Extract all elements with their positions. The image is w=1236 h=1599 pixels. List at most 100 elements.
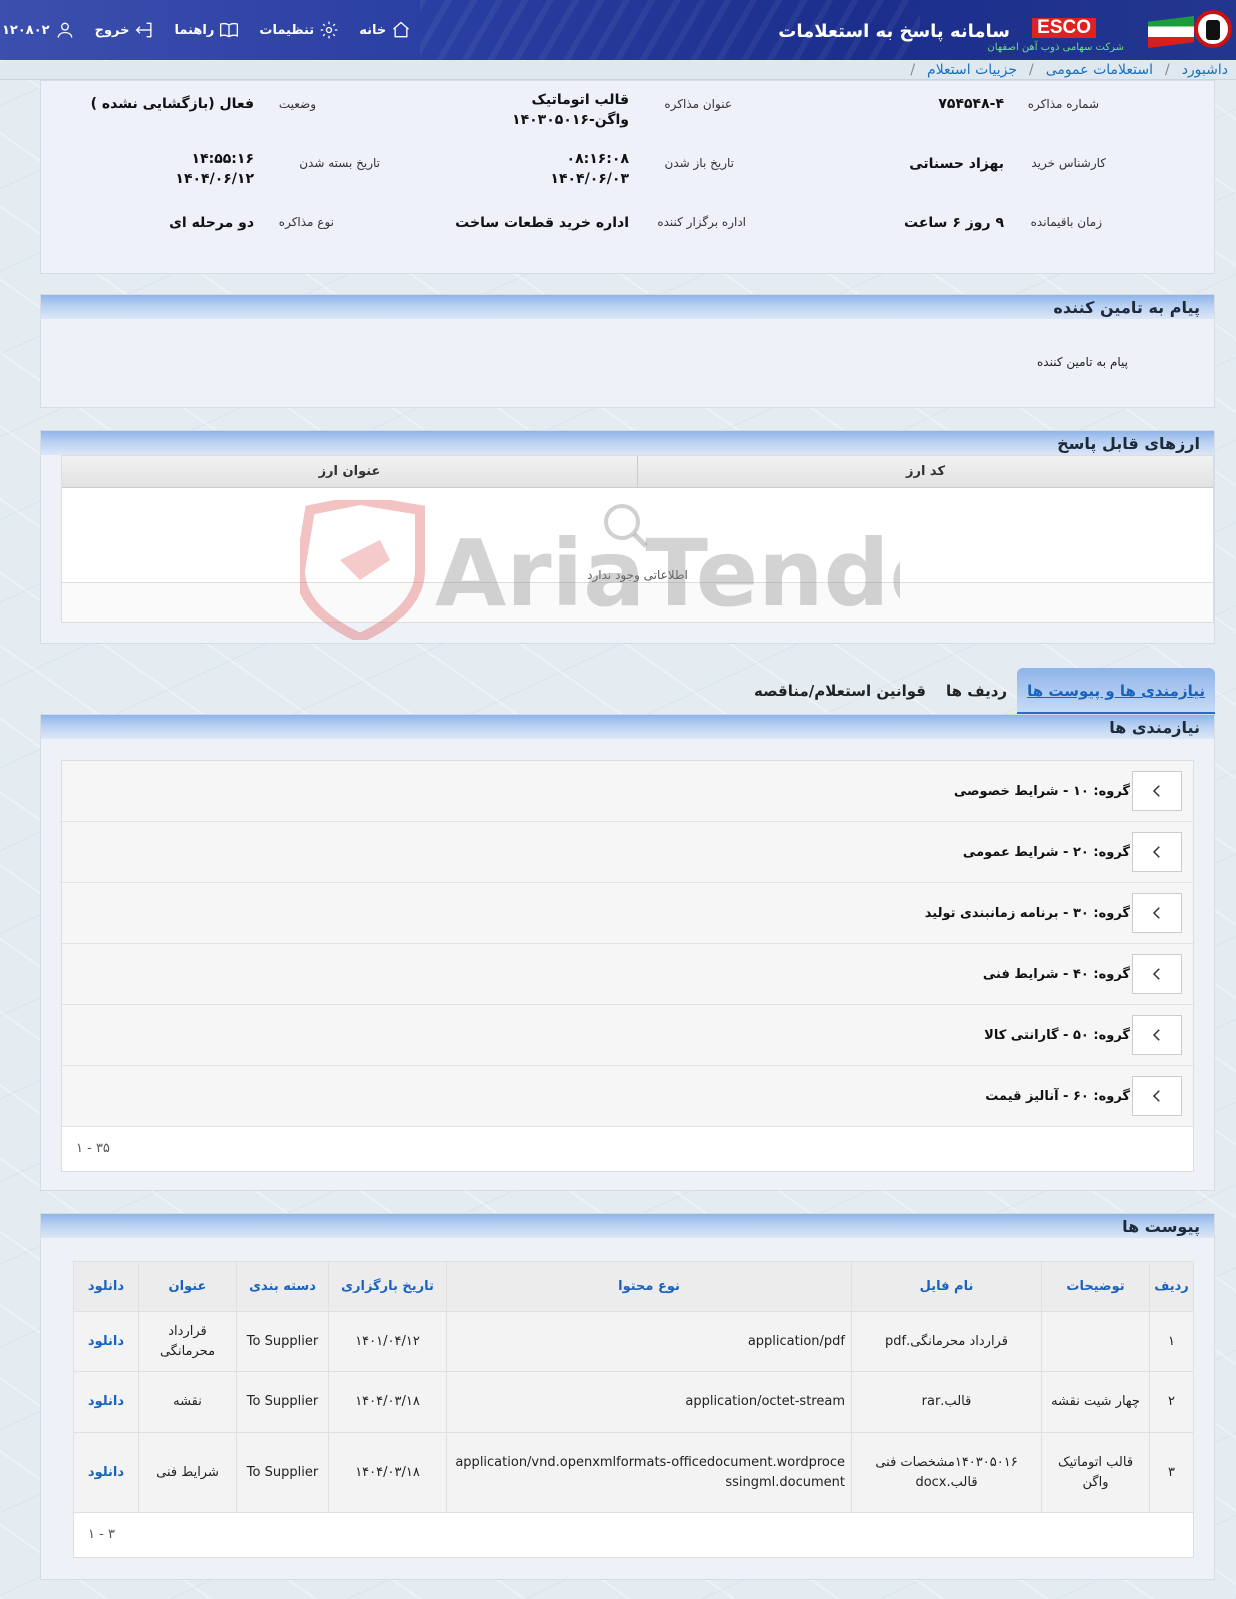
type-value: دو مرحله ای	[169, 215, 254, 231]
table-row: ۳ قالب اتوماتیک واگن ۱۴۰۳۰۵۰۱۶مشخصات فنی…	[73, 1432, 1194, 1513]
breadcrumb-public-inquiries[interactable]: استعلامات عمومی	[1046, 62, 1153, 78]
status-label: وضعیت	[278, 97, 316, 111]
detail-tabs: نیازمندی ها و پیوست ها ردیف ها قوانین اس…	[744, 664, 1215, 714]
col-download[interactable]: دانلود	[73, 1261, 139, 1312]
cell-category: To Supplier	[236, 1371, 329, 1433]
esco-logo: ESCO	[1032, 18, 1096, 38]
system-title: سامانه پاسخ به استعلامات	[778, 21, 1010, 42]
download-link[interactable]: دانلود	[73, 1311, 139, 1372]
supplier-message-title: پیام به تامین کننده	[41, 295, 1214, 319]
cell-description: قالب اتوماتیک واگن	[1041, 1432, 1150, 1513]
col-description[interactable]: توضیحات	[1041, 1261, 1150, 1312]
close-date-label: تاریخ بسته شدن	[299, 156, 380, 170]
breadcrumb-separator: /	[1164, 62, 1170, 78]
remaining-label: زمان باقیمانده	[1030, 215, 1102, 229]
breadcrumb-inquiry-details[interactable]: جزییات استعلام	[927, 62, 1017, 78]
settings-label: تنظیمات	[259, 22, 315, 38]
col-title[interactable]: عنوان	[138, 1261, 237, 1312]
buyer-label: کارشناس خرید	[1031, 156, 1106, 170]
top-bar: ESCO شرکت سهامی ذوب آهن اصفهان سامانه پا…	[0, 0, 1236, 60]
breadcrumb-dashboard[interactable]: داشبورد	[1182, 62, 1228, 78]
table-row: ۱ قرارداد محرمانگی.pdf application/pdf ۱…	[73, 1311, 1194, 1372]
negotiation-title-line2: واگن-۱۴۰۳۰۵۰۱۶	[512, 112, 629, 128]
table-footer-row: ۱ - ۳	[74, 1513, 1194, 1558]
department-label: اداره برگزار کننده	[657, 215, 746, 229]
tab-rows[interactable]: ردیف ها	[936, 682, 1017, 714]
requirement-group[interactable]: گروه: ۶۰ - آنالیز قیمت	[62, 1066, 1193, 1127]
expand-button[interactable]	[1132, 832, 1182, 872]
expand-button[interactable]	[1132, 893, 1182, 933]
col-content-type[interactable]: نوع محتوا	[446, 1261, 852, 1312]
requirements-panel: نیازمندی ها گروه: ۱۰ - شرایط خصوصی گروه:…	[40, 714, 1215, 1191]
close-time: ۱۴:۵۵:۱۶	[191, 151, 254, 167]
chevron-left-icon	[1152, 1090, 1160, 1102]
no-data-message: اطلاعاتی وجود ندارد	[587, 568, 688, 582]
negotiation-no-label: شماره مذاکره	[1027, 97, 1099, 111]
cell-description: چهار شیت نقشه	[1041, 1371, 1150, 1433]
supplier-message-text: پیام به تامین کننده	[1037, 355, 1128, 369]
requirement-group-label: گروه: ۵۰ - گارانتی کالا	[984, 1027, 1130, 1043]
brand-area: ESCO شرکت سهامی ذوب آهن اصفهان سامانه پا…	[778, 0, 1236, 60]
department-value: اداره خرید قطعات ساخت	[455, 215, 629, 231]
requirements-pagination: ۱ - ۳۵	[76, 1141, 110, 1156]
download-link[interactable]: دانلود	[73, 1432, 139, 1513]
guide-link[interactable]: راهنما	[175, 20, 240, 40]
chevron-left-icon	[1152, 968, 1160, 980]
requirement-group-label: گروه: ۱۰ - شرایط خصوصی	[953, 783, 1130, 799]
cell-file-name: قرارداد محرمانگی.pdf	[851, 1311, 1042, 1372]
requirement-groups: گروه: ۱۰ - شرایط خصوصی گروه: ۲۰ - شرایط …	[61, 760, 1194, 1172]
currency-code-header[interactable]: کد ارز	[637, 456, 1213, 487]
open-time: ۰۸:۱۶:۰۸	[566, 151, 629, 167]
cell-upload-date: ۱۴۰۱/۰۴/۱۲	[328, 1311, 447, 1372]
home-link[interactable]: خانه	[359, 20, 411, 40]
breadcrumb-separator: /	[910, 62, 916, 78]
currencies-table: کد ارز عنوان ارز اطلاعاتی وجود ندارد	[61, 455, 1214, 623]
col-category[interactable]: دسته بندی	[236, 1261, 329, 1312]
tab-rules[interactable]: قوانین استعلام/مناقصه	[744, 682, 936, 714]
requirement-group-label: گروه: ۲۰ - شرایط عمومی	[962, 844, 1130, 860]
download-link[interactable]: دانلود	[73, 1371, 139, 1433]
table-row: ۲ چهار شیت نقشه قالب.rar application/oct…	[73, 1371, 1194, 1433]
inquiry-info-panel: شماره مذاکره ۷۵۴۵۴۸-۴ کارشناس خرید بهزاد…	[40, 80, 1215, 274]
user-id: ۱۲۰۸۰۲	[2, 22, 50, 38]
negotiation-title-label: عنوان مذاکره	[664, 97, 732, 111]
negotiation-no-value: ۷۵۴۵۴۸-۴	[938, 96, 1004, 112]
requirement-group[interactable]: گروه: ۲۰ - شرایط عمومی	[62, 822, 1193, 883]
home-label: خانه	[359, 22, 387, 38]
col-upload-date[interactable]: تاریخ بارگزاری	[328, 1261, 447, 1312]
home-icon	[393, 21, 410, 38]
requirement-group[interactable]: گروه: ۵۰ - گارانتی کالا	[62, 1005, 1193, 1066]
logout-link[interactable]: خروج	[95, 20, 155, 40]
chevron-left-icon	[1152, 907, 1160, 919]
requirement-group-label: گروه: ۳۰ - برنامه زمانبندی تولید	[924, 905, 1130, 921]
cell-file-name: قالب.rar	[851, 1371, 1042, 1433]
iran-flag-icon	[1148, 16, 1194, 48]
requirement-group-label: گروه: ۴۰ - شرایط فنی	[982, 966, 1130, 982]
requirement-group[interactable]: گروه: ۴۰ - شرایط فنی	[62, 944, 1193, 1005]
user-menu[interactable]: ۱۲۰۸۰۲	[2, 20, 75, 40]
cell-file-name: ۱۴۰۳۰۵۰۱۶مشخصات فنی قالب.docx	[851, 1432, 1042, 1513]
cell-category: To Supplier	[236, 1311, 329, 1372]
requirement-group[interactable]: گروه: ۱۰ - شرایط خصوصی	[62, 761, 1193, 822]
currency-title-header[interactable]: عنوان ارز	[62, 456, 637, 487]
col-file-name[interactable]: نام فایل	[851, 1261, 1042, 1312]
cell-content-type: application/pdf	[446, 1311, 852, 1372]
cell-content-type: application/octet-stream	[446, 1371, 852, 1433]
requirements-title: نیازمندی ها	[41, 715, 1214, 739]
open-date: ۱۴۰۴/۰۶/۰۳	[550, 171, 629, 187]
expand-button[interactable]	[1132, 954, 1182, 994]
attachments-title: پیوست ها	[41, 1214, 1214, 1238]
breadcrumb-separator: /	[1029, 62, 1034, 78]
requirement-group[interactable]: گروه: ۳۰ - برنامه زمانبندی تولید	[62, 883, 1193, 944]
expand-button[interactable]	[1132, 1076, 1182, 1116]
open-date-value: ۰۸:۱۶:۰۸ ۱۴۰۴/۰۶/۰۳	[550, 149, 629, 189]
expand-button[interactable]	[1132, 771, 1182, 811]
expand-button[interactable]	[1132, 1015, 1182, 1055]
col-row[interactable]: ردیف	[1149, 1261, 1194, 1312]
settings-link[interactable]: تنظیمات	[259, 20, 339, 40]
requirement-group-label: گروه: ۶۰ - آنالیز قیمت	[985, 1088, 1130, 1104]
tab-requirements-attachments[interactable]: نیازمندی ها و پیوست ها	[1017, 668, 1215, 714]
buyer-value: بهزاد حسناتی	[909, 156, 1004, 172]
chevron-left-icon	[1152, 1029, 1160, 1041]
currencies-panel: ارزهای قابل پاسخ کد ارز عنوان ارز اطلاعا…	[40, 430, 1215, 644]
